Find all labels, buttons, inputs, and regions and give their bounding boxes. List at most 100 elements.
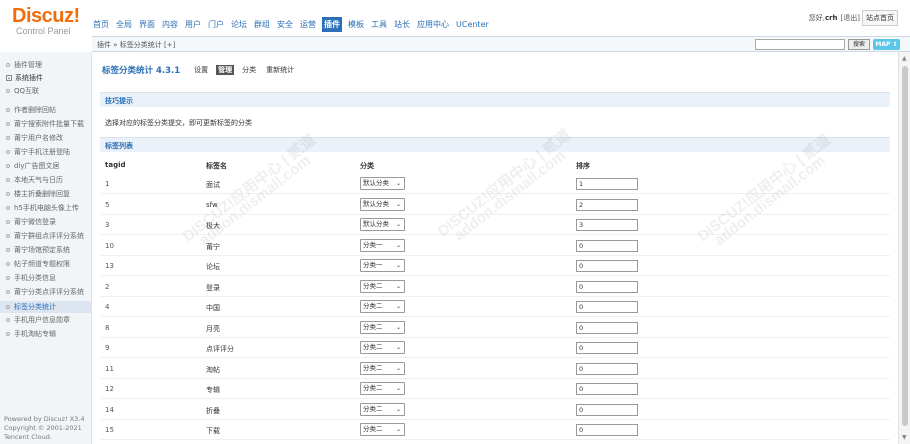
order-input[interactable]: 0	[576, 321, 638, 334]
nav-item[interactable]: 门户	[207, 17, 225, 32]
tips-text: 选择对应的标签分类提交，即可更新标签的分类	[105, 119, 252, 127]
table-row: 13 论坛 分类一 ⌄ 0	[100, 256, 890, 276]
scroll-down-icon[interactable]: ▼	[902, 434, 907, 441]
site-home-button[interactable]: 站点首页	[862, 10, 898, 26]
nav-item[interactable]: UCenter	[455, 18, 490, 31]
scroll-up-icon[interactable]: ▲	[902, 55, 907, 62]
sidebar-item[interactable]: 手机用户信息勋章	[6, 315, 70, 325]
tab[interactable]: 重新统计	[264, 65, 296, 75]
map-button[interactable]: MAP ⇕	[873, 39, 900, 50]
category-select[interactable]: 默认分类 ⌄	[360, 177, 405, 190]
scroll-thumb[interactable]	[902, 66, 908, 426]
order-input[interactable]: 0	[576, 424, 638, 436]
category-select[interactable]: 分类二 ⌄	[360, 279, 405, 293]
category-select[interactable]: 默认分类 ⌄	[360, 218, 405, 231]
order-input[interactable]: 2	[576, 198, 638, 211]
category-select[interactable]: 默认分类 ⌄	[360, 197, 405, 211]
category-select[interactable]: 分类二 ⌄	[360, 320, 405, 334]
order-input[interactable]: 0	[576, 280, 638, 293]
bullet-icon	[6, 63, 10, 67]
category-value: 分类二	[363, 425, 383, 433]
tab[interactable]: 设置	[192, 65, 210, 75]
order-input[interactable]: 0	[576, 362, 638, 375]
category-select[interactable]: 分类二 ⌄	[360, 382, 405, 395]
nav-item[interactable]: 论坛	[230, 17, 248, 32]
collapse-icon	[6, 75, 12, 81]
chevron-down-icon: ⌄	[395, 405, 401, 413]
sidebar-item[interactable]: 帖子频道专题权限	[6, 259, 70, 269]
nav-item[interactable]: 群组	[253, 17, 271, 32]
category-value: 分类二	[363, 322, 383, 331]
category-select[interactable]: 分类二 ⌄	[360, 361, 405, 375]
nav-item[interactable]: 运营	[299, 17, 317, 32]
tag-id: 14	[105, 405, 114, 414]
tag-name: 折叠	[206, 406, 220, 415]
nav-item[interactable]: 全局	[115, 17, 133, 32]
sidebar-item-label: diy广告图文居	[14, 162, 60, 170]
sidebar-item-label: 系统插件	[15, 74, 43, 82]
logout-link[interactable]: [退出]	[841, 13, 860, 23]
search-input[interactable]	[755, 39, 845, 50]
order-input[interactable]: 1	[576, 178, 638, 190]
sidebar-item[interactable]: 标签分类统计	[0, 301, 91, 313]
nav-item[interactable]: 用户	[184, 17, 202, 32]
category-select[interactable]: 分类二 ⌄	[360, 341, 405, 354]
sidebar-item[interactable]: 系统插件	[6, 73, 43, 83]
category-select[interactable]: 分类一 ⌄	[360, 238, 405, 252]
bullet-icon	[6, 305, 10, 309]
category-select[interactable]: 分类二 ⌄	[360, 423, 405, 436]
sidebar-item[interactable]: 莆宁用户名修改	[6, 133, 63, 143]
tag-name: 月亮	[206, 324, 220, 333]
sidebar-item[interactable]: 手机分类信息	[6, 273, 56, 283]
nav-item[interactable]: 站长	[393, 17, 411, 32]
sidebar-item[interactable]: 莆宁群组点评评分系统	[6, 231, 84, 241]
nav-item[interactable]: 内容	[161, 17, 179, 32]
search-button[interactable]: 搜索	[848, 39, 870, 50]
sidebar-item[interactable]: 楼主折叠删除回复	[6, 189, 70, 199]
sidebar-item[interactable]: 插件管理	[6, 60, 42, 70]
company: Tencent Cloud.	[4, 433, 52, 441]
nav-item[interactable]: 界面	[138, 17, 156, 32]
sidebar-item[interactable]: diy广告图文居	[6, 161, 60, 171]
order-input[interactable]: 0	[576, 342, 638, 354]
table-row: 8 月亮 分类二 ⌄ 0	[100, 318, 890, 338]
order-input[interactable]: 3	[576, 219, 638, 231]
sidebar-item[interactable]: 莆宁分类点评评分系统	[6, 287, 84, 297]
category-value: 分类二	[363, 302, 383, 310]
chevron-down-icon: ⌄	[395, 200, 401, 208]
category-select[interactable]: 分类一 ⌄	[360, 259, 405, 272]
order-input[interactable]: 0	[576, 260, 638, 272]
sidebar-item[interactable]: 手机淘帖专辑	[6, 329, 56, 339]
sidebar-item[interactable]: 作者删除回帖	[6, 105, 56, 115]
tab[interactable]: 分类	[240, 65, 258, 75]
logo-subtitle: Control Panel	[16, 26, 71, 36]
tag-name: 淘帖	[206, 365, 220, 374]
order-input[interactable]: 0	[576, 403, 638, 416]
order-input[interactable]: 0	[576, 239, 638, 252]
nav-item[interactable]: 插件	[322, 16, 342, 32]
sidebar-item[interactable]: 莆宁微信登录	[6, 217, 56, 227]
sidebar-item-label: 莆宁微信登录	[14, 218, 56, 226]
sidebar-item[interactable]: 莆宁手机注册登陆	[6, 147, 70, 157]
breadcrumb[interactable]: 插件 » 标签分类统计 [+]	[97, 40, 175, 50]
sidebar-item[interactable]: 本地天气与日历	[6, 175, 63, 185]
tab[interactable]: 管理	[216, 65, 235, 75]
nav-item[interactable]: 首页	[92, 17, 110, 32]
sidebar-item[interactable]: 莆宁搜索附件批量下载	[6, 119, 84, 129]
tag-name: 中国	[206, 304, 220, 312]
nav-item[interactable]: 应用中心	[416, 17, 450, 32]
logo[interactable]: Discuz! Control Panel	[12, 6, 90, 36]
order-input[interactable]: 0	[576, 301, 638, 313]
sidebar-item[interactable]: QQ互联	[6, 86, 39, 96]
nav-item[interactable]: 工具	[370, 17, 388, 32]
sidebar-item[interactable]: 莆宁场馆预定系统	[6, 245, 70, 255]
category-select[interactable]: 分类二 ⌄	[360, 402, 405, 416]
sidebar-item[interactable]: h5手机电脑头像上传	[6, 203, 79, 213]
order-input[interactable]: 0	[576, 383, 638, 395]
nav-item[interactable]: 安全	[276, 17, 294, 32]
category-select[interactable]: 分类二 ⌄	[360, 300, 405, 313]
nav-item[interactable]: 模板	[347, 17, 365, 32]
col-tagid: tagid	[105, 161, 126, 169]
scrollbar[interactable]: ▲ ▼	[898, 52, 910, 444]
chevron-down-icon: ⌄	[395, 323, 401, 331]
